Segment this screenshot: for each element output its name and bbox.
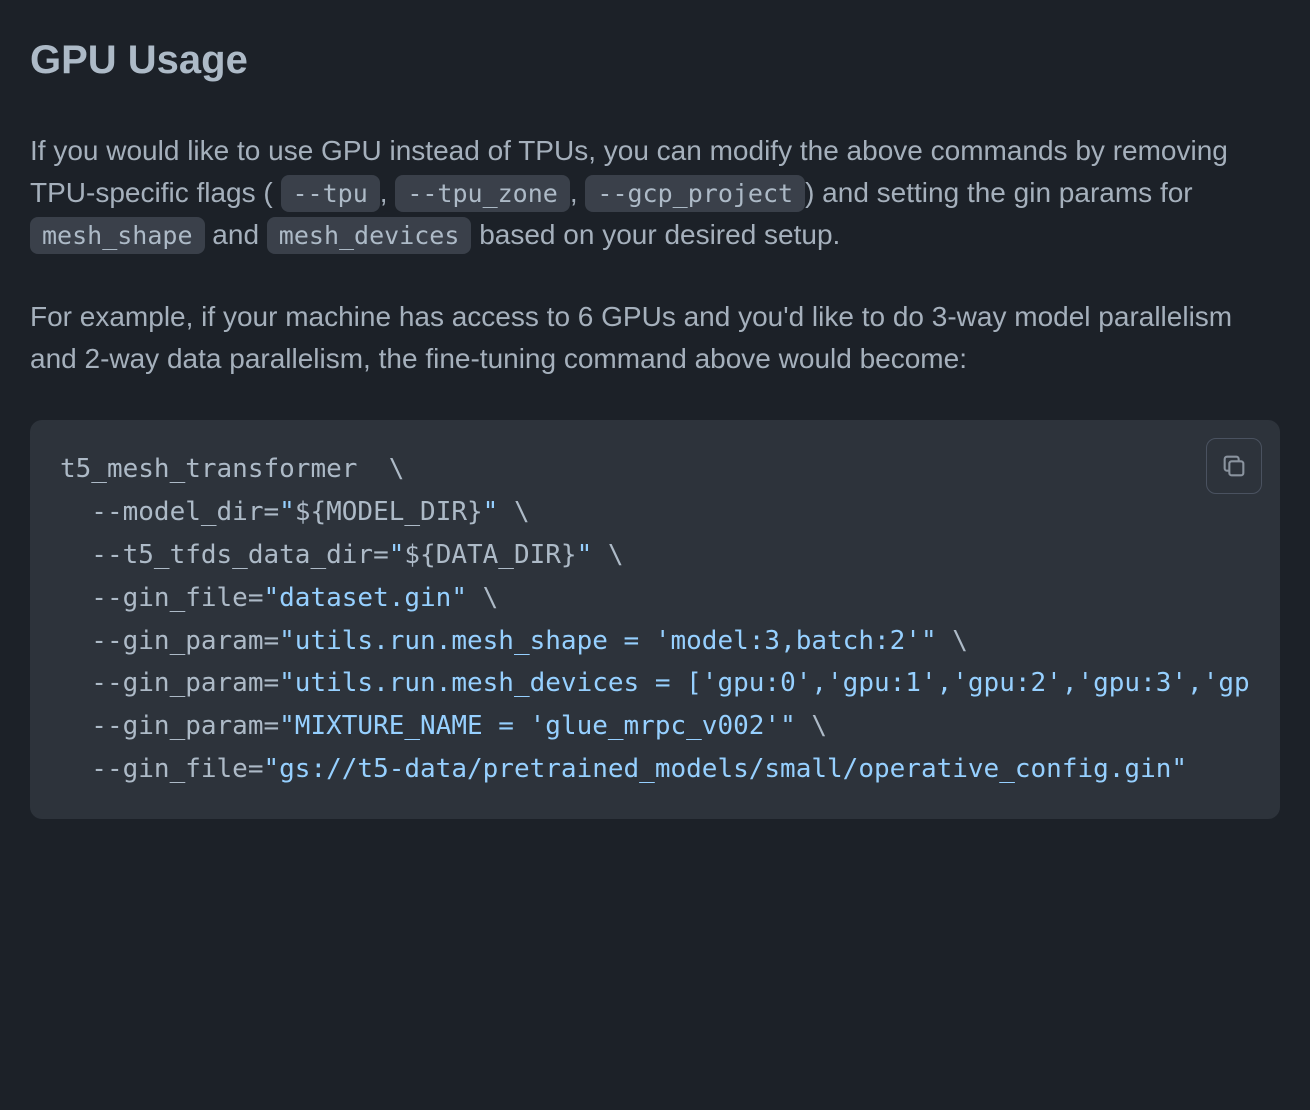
code-str: " bbox=[483, 497, 499, 527]
code-line: \ bbox=[592, 540, 623, 570]
inline-code-mesh-shape: mesh_shape bbox=[30, 217, 205, 254]
inline-code-gcp-project: --gcp_project bbox=[585, 175, 805, 212]
code-line: \ bbox=[937, 626, 968, 656]
code-line: --gin_file= bbox=[60, 754, 264, 784]
code-line: \ bbox=[796, 711, 827, 741]
code-str: "gs://t5-data/pretrained_models/small/op… bbox=[264, 754, 1188, 784]
copy-button[interactable] bbox=[1206, 438, 1262, 494]
code-str: " bbox=[577, 540, 593, 570]
code-line: --gin_param= bbox=[60, 711, 279, 741]
code-line: --gin_param= bbox=[60, 626, 279, 656]
code-line: \ bbox=[498, 497, 529, 527]
code-block: t5_mesh_transformer \ --model_dir="${MOD… bbox=[30, 420, 1280, 819]
code-line: \ bbox=[467, 583, 498, 613]
section-heading: GPU Usage bbox=[30, 30, 1280, 100]
code-line: --gin_param= bbox=[60, 668, 279, 698]
p1-text: based on your desired setup. bbox=[471, 219, 840, 250]
intro-paragraph: If you would like to use GPU instead of … bbox=[30, 130, 1280, 256]
code-line: --t5_tfds_data_dir= bbox=[60, 540, 389, 570]
code-content: t5_mesh_transformer \ --model_dir="${MOD… bbox=[60, 448, 1250, 791]
p1-text: and bbox=[205, 219, 267, 250]
code-str: "utils.run.mesh_devices = ['gpu:0','gpu:… bbox=[279, 668, 1250, 698]
code-str: "dataset.gin" bbox=[264, 583, 468, 613]
code-line: --gin_file= bbox=[60, 583, 264, 613]
example-paragraph: For example, if your machine has access … bbox=[30, 296, 1280, 380]
sep: , bbox=[570, 177, 586, 208]
code-line: --model_dir= bbox=[60, 497, 279, 527]
code-str: "utils.run.mesh_shape = 'model:3,batch:2… bbox=[279, 626, 936, 656]
code-var: ${MODEL_DIR} bbox=[295, 497, 483, 527]
copy-icon bbox=[1220, 452, 1248, 480]
code-var: ${DATA_DIR} bbox=[404, 540, 576, 570]
code-str: "MIXTURE_NAME = 'glue_mrpc_v002'" bbox=[279, 711, 796, 741]
inline-code-tpu: --tpu bbox=[281, 175, 380, 212]
sep: , bbox=[380, 177, 396, 208]
code-line: t5_mesh_transformer \ bbox=[60, 454, 404, 484]
inline-code-mesh-devices: mesh_devices bbox=[267, 217, 472, 254]
code-str: " bbox=[389, 540, 405, 570]
inline-code-tpu-zone: --tpu_zone bbox=[395, 175, 570, 212]
p1-text: ) and setting the gin params for bbox=[805, 177, 1193, 208]
code-str: " bbox=[279, 497, 295, 527]
